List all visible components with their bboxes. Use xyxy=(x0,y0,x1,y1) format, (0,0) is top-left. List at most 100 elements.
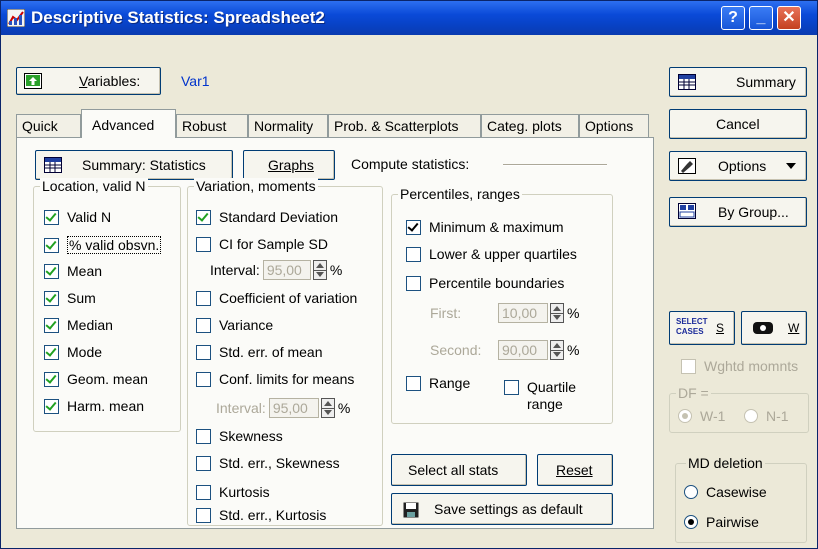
save-settings-default-button[interactable]: Save settings as default xyxy=(391,493,613,525)
df-group: DF = W-1 N-1 xyxy=(669,385,809,433)
by-group-icon xyxy=(678,203,696,219)
summary-label: Summary xyxy=(736,74,796,90)
percentiles-ranges-group: Percentiles, ranges Minimum & maximum Lo… xyxy=(391,186,613,424)
compute-statistics-label: Compute statistics: xyxy=(351,156,470,172)
close-button[interactable]: ✕ xyxy=(777,6,801,30)
interval-sd-input[interactable]: 95,00 xyxy=(262,260,311,280)
cancel-label: Cancel xyxy=(716,116,760,132)
summary-statistics-label: Summary: Statistics xyxy=(82,157,206,173)
minimum-maximum-checkbox[interactable]: Minimum & maximum xyxy=(406,219,564,235)
location-group: Location, valid N Valid N % valid obsvn.… xyxy=(33,178,181,432)
pairwise-radio[interactable]: Pairwise xyxy=(684,514,759,530)
dropdown-arrow-icon xyxy=(786,163,796,169)
statistics-app-icon xyxy=(7,9,25,27)
select-all-stats-label: Select all stats xyxy=(408,462,499,478)
tab-advanced[interactable]: Advanced xyxy=(81,109,176,138)
variation-moments-group: Variation, moments Standard Deviation CI… xyxy=(187,178,383,526)
tab-categ-plots[interactable]: Categ. plots xyxy=(481,114,579,137)
percentiles-group-title: Percentiles, ranges xyxy=(398,186,522,202)
variables-value: Var1 xyxy=(181,73,210,89)
std-err-skewness-checkbox[interactable]: Std. err., Skewness xyxy=(196,455,340,471)
md-deletion-title: MD deletion xyxy=(686,455,765,471)
summary-statistics-button[interactable]: Summary: Statistics xyxy=(35,150,233,180)
variance-checkbox[interactable]: Variance xyxy=(196,317,273,333)
variables-button[interactable]: Variables: xyxy=(16,67,161,95)
variation-group-title: Variation, moments xyxy=(194,178,318,194)
second-percentile-input[interactable]: 90,00 xyxy=(498,340,548,360)
variables-icon xyxy=(24,73,42,89)
save-settings-default-label: Save settings as default xyxy=(434,501,583,517)
reset-label: Reset xyxy=(556,462,593,478)
select-all-stats-button[interactable]: Select all stats xyxy=(391,454,527,486)
mode-checkbox[interactable]: Mode xyxy=(44,344,102,360)
minimize-button[interactable]: _ xyxy=(749,6,773,30)
tab-robust[interactable]: Robust xyxy=(176,114,248,137)
help-button[interactable]: ? xyxy=(721,6,745,30)
options-button[interactable]: Options xyxy=(669,151,807,181)
summary-button[interactable]: Summary xyxy=(669,67,807,97)
second-percentile-spin-arrows[interactable] xyxy=(550,340,564,360)
casewise-radio[interactable]: Casewise xyxy=(684,484,767,500)
graphs-label: Graphs xyxy=(268,157,314,173)
interval-sd-spin-arrows[interactable] xyxy=(312,260,327,280)
std-err-mean-checkbox[interactable]: Std. err. of mean xyxy=(196,344,323,360)
std-err-kurtosis-checkbox[interactable]: Std. err., Kurtosis xyxy=(196,507,326,523)
cancel-button[interactable]: Cancel xyxy=(669,109,807,139)
descriptive-statistics-dialog: Descriptive Statistics: Spreadsheet2 ? _… xyxy=(0,0,818,549)
reset-button[interactable]: Reset xyxy=(537,454,613,486)
first-percentile-spinner[interactable]: First: 10,00 % xyxy=(430,303,579,323)
location-group-title: Location, valid N xyxy=(40,178,148,194)
conf-limits-means-checkbox[interactable]: Conf. limits for means xyxy=(196,371,354,387)
percentile-boundaries-checkbox[interactable]: Percentile boundaries xyxy=(406,275,564,291)
mean-checkbox[interactable]: Mean xyxy=(44,263,102,279)
lower-upper-quartiles-checkbox[interactable]: Lower & upper quartiles xyxy=(406,246,577,262)
summary-table-icon xyxy=(44,157,62,173)
options-label: Options xyxy=(718,158,767,174)
second-percentile-spinner[interactable]: Second: 90,00 % xyxy=(430,340,579,360)
valid-n-checkbox[interactable]: Valid N xyxy=(44,209,111,225)
pct-valid-obsvn-checkbox[interactable]: % valid obsvn. xyxy=(44,236,162,254)
window-title: Descriptive Statistics: Spreadsheet2 xyxy=(31,8,325,27)
standard-deviation-checkbox[interactable]: Standard Deviation xyxy=(196,209,338,225)
ci-sample-sd-checkbox[interactable]: CI for Sample SD xyxy=(196,236,328,252)
kurtosis-checkbox[interactable]: Kurtosis xyxy=(196,484,270,500)
advanced-tab-panel: Summary: Statistics Graphs Compute stati… xyxy=(16,137,654,529)
geom-mean-checkbox[interactable]: Geom. mean xyxy=(44,371,148,387)
first-percentile-input[interactable]: 10,00 xyxy=(498,303,548,323)
save-disk-icon xyxy=(403,502,419,518)
weight-icon xyxy=(753,322,773,334)
summary-table-icon xyxy=(678,74,696,90)
select-cases-button[interactable]: SELECT CASES S xyxy=(669,311,735,345)
wghtd-momnts-checkbox[interactable]: Wghtd momnts xyxy=(681,358,798,374)
options-tool-icon xyxy=(678,158,696,174)
df-w1-radio[interactable]: W-1 xyxy=(678,408,725,424)
skewness-checkbox[interactable]: Skewness xyxy=(196,428,283,444)
first-percentile-spin-arrows[interactable] xyxy=(550,303,564,323)
df-n1-radio[interactable]: N-1 xyxy=(744,408,789,424)
interval-means-spin-arrows[interactable] xyxy=(320,398,335,418)
tab-prob-scatterplots[interactable]: Prob. & Scatterplots xyxy=(328,114,481,137)
interval-means-spinner[interactable]: Interval: 95,00 % xyxy=(216,398,350,418)
quartile-range-checkbox[interactable]: Quartile range xyxy=(504,379,576,413)
range-checkbox[interactable]: Range xyxy=(406,375,470,391)
interval-means-input[interactable]: 95,00 xyxy=(268,398,319,418)
compute-statistics-divider xyxy=(503,164,607,166)
coefficient-of-variation-checkbox[interactable]: Coefficient of variation xyxy=(196,290,357,306)
md-deletion-group: MD deletion Casewise Pairwise xyxy=(675,455,807,543)
by-group-button[interactable]: By Group... xyxy=(669,197,807,227)
tab-quick[interactable]: Quick xyxy=(16,114,81,137)
tab-options[interactable]: Options xyxy=(579,114,649,137)
graphs-button[interactable]: Graphs xyxy=(243,150,335,180)
title-bar[interactable]: Descriptive Statistics: Spreadsheet2 ? _… xyxy=(1,1,817,35)
interval-sd-spinner[interactable]: Interval: 95,00 % xyxy=(210,260,342,280)
df-group-title: DF = xyxy=(676,385,711,401)
weight-w-label: W xyxy=(788,321,800,335)
harm-mean-checkbox[interactable]: Harm. mean xyxy=(44,398,144,414)
variables-button-label: ariables: xyxy=(87,73,141,89)
sum-checkbox[interactable]: Sum xyxy=(44,290,96,306)
select-cases-s-label: S xyxy=(716,321,725,335)
median-checkbox[interactable]: Median xyxy=(44,317,113,333)
tab-normality[interactable]: Normality xyxy=(248,114,328,137)
select-cases-icon: SELECT CASES xyxy=(676,317,708,336)
weight-button[interactable]: W xyxy=(741,311,807,345)
